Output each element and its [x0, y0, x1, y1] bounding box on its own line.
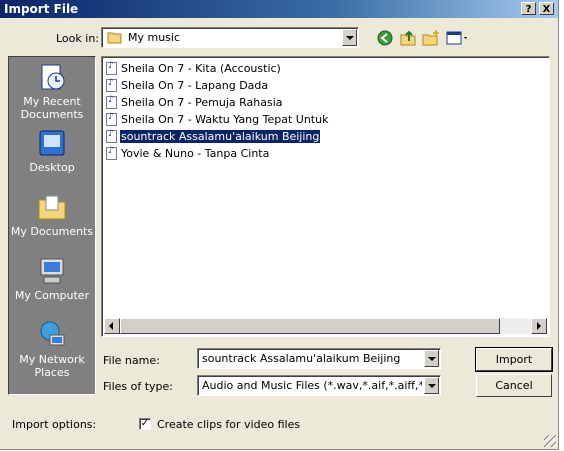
dialog-title: Import File: [4, 2, 79, 16]
file-item[interactable]: Sheila On 7 - Waktu Yang Tepat Untuk: [106, 112, 329, 127]
place-label: My Network Places: [19, 353, 85, 379]
file-item[interactable]: Sheila On 7 - Kita (Accoustic): [106, 61, 282, 76]
place-my-documents[interactable]: My Documents: [9, 191, 95, 238]
file-name: Sheila On 7 - Lapang Dada: [121, 78, 269, 92]
import-button[interactable]: Import: [475, 347, 553, 372]
place-label: My Recent Documents: [20, 95, 84, 121]
files-of-type-value: Audio and Music Files (*.wav,*.aif,*.aif…: [202, 379, 422, 392]
file-name: Sheila On 7 - Waktu Yang Tepat Untuk: [121, 112, 329, 126]
resize-grip[interactable]: [544, 435, 556, 447]
look-in-label: Look in:: [56, 32, 99, 45]
place-label: My Documents: [10, 225, 94, 238]
look-in-combo[interactable]: My music: [101, 27, 359, 48]
audio-file-icon: [106, 61, 117, 75]
help-button[interactable]: ?: [521, 2, 536, 15]
place-desktop[interactable]: Desktop: [9, 127, 95, 174]
view-menu-icon[interactable]: [446, 29, 470, 47]
look-in-value: My music: [128, 31, 181, 44]
desktop-icon: [39, 130, 65, 156]
audio-file-icon: [106, 112, 117, 126]
file-name-value: sountrack Assalamu'alaikum Beijing: [202, 352, 401, 365]
up-folder-icon[interactable]: [399, 29, 417, 47]
audio-file-icon: [106, 146, 117, 160]
file-name-dropdown-button[interactable]: [424, 350, 439, 367]
place-network[interactable]: My Network Places: [9, 319, 95, 379]
folder-icon: [107, 32, 122, 44]
place-label: Desktop: [29, 161, 75, 174]
file-name: Yovie & Nuno - Tanpa Cinta: [121, 146, 270, 160]
place-recent-documents[interactable]: My Recent Documents: [9, 61, 95, 121]
places-bar: My Recent Documents Desktop My Documents…: [8, 56, 96, 395]
arrow-right-icon: [537, 322, 541, 330]
scroll-right-button[interactable]: [531, 318, 547, 334]
file-item-selected[interactable]: sountrack Assalamu'alaikum Beijing: [106, 128, 322, 144]
my-documents-icon: [38, 195, 66, 220]
file-item[interactable]: Sheila On 7 - Lapang Dada: [106, 78, 269, 93]
arrow-left-icon: [109, 322, 113, 330]
file-name-input[interactable]: sountrack Assalamu'alaikum Beijing: [197, 348, 441, 369]
look-in-dropdown-button[interactable]: [342, 29, 357, 46]
new-folder-icon[interactable]: [422, 29, 440, 47]
file-name-label: File name:: [103, 354, 160, 367]
files-of-type-dropdown-button[interactable]: [424, 377, 439, 394]
title-bar[interactable]: Import File ? X: [0, 0, 558, 18]
scroll-left-button[interactable]: [104, 318, 120, 334]
create-clips-label[interactable]: Create clips for video files: [157, 418, 300, 431]
horizontal-scrollbar[interactable]: [104, 318, 547, 334]
network-places-icon: [40, 321, 65, 346]
scroll-thumb[interactable]: [120, 318, 500, 334]
create-clips-checkbox[interactable]: ✓: [139, 418, 151, 430]
file-item[interactable]: Yovie & Nuno - Tanpa Cinta: [106, 146, 270, 161]
place-label: My Computer: [14, 289, 90, 302]
file-item[interactable]: Sheila On 7 - Pemuja Rahasia: [106, 95, 284, 110]
close-button[interactable]: X: [539, 2, 554, 15]
files-of-type-select[interactable]: Audio and Music Files (*.wav,*.aif,*.aif…: [197, 375, 441, 396]
audio-file-icon: [106, 78, 117, 92]
my-computer-icon: [40, 258, 64, 284]
files-of-type-label: Files of type:: [103, 380, 174, 393]
file-list[interactable]: Sheila On 7 - Kita (Accoustic) Sheila On…: [101, 56, 550, 337]
cancel-button[interactable]: Cancel: [476, 374, 552, 397]
place-my-computer[interactable]: My Computer: [9, 255, 95, 302]
import-file-dialog: Import File ? X Look in: My music My Rec…: [0, 0, 559, 450]
recent-documents-icon: [41, 64, 65, 90]
import-options-label: Import options:: [12, 418, 97, 431]
file-name: Sheila On 7 - Pemuja Rahasia: [121, 95, 283, 109]
audio-file-icon: [106, 95, 117, 109]
audio-file-icon: [106, 129, 117, 143]
file-name: sountrack Assalamu'alaikum Beijing: [118, 128, 322, 144]
file-name: Sheila On 7 - Kita (Accoustic): [121, 61, 281, 75]
back-icon[interactable]: [376, 29, 394, 47]
